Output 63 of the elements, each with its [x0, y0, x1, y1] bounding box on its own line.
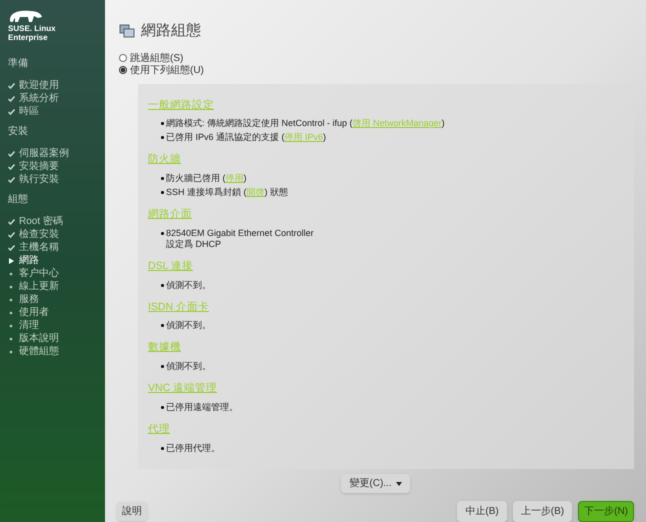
network-icon — [119, 24, 135, 38]
bullet-icon — [161, 122, 164, 126]
bullet-icon — [161, 191, 164, 194]
logo-text: SUSE. Linux — [8, 24, 57, 33]
nav-button[interactable]: 上一步(B) — [512, 501, 572, 522]
summary-text: 已啓用 IPv6 通訊協定的支援 (停用 IPv6) — [166, 132, 326, 144]
bullet-icon — [8, 270, 15, 276]
help-button[interactable]: 說明 — [117, 502, 147, 521]
dropdown-arrow-icon — [396, 482, 402, 486]
bullet-icon — [8, 296, 15, 302]
bullet-icon — [8, 348, 15, 354]
sidebar-item[interactable]: 客户中心 — [19, 268, 59, 280]
change-button[interactable]: 變更(C)... — [341, 474, 410, 493]
sidebar-item[interactable]: 執行安裝 — [19, 174, 59, 186]
summary-text: 已停用代理。 — [166, 442, 220, 454]
sidebar-heading: 組態 — [8, 192, 29, 207]
sidebar-item[interactable]: 線上更新 — [19, 280, 59, 292]
radio-button[interactable] — [119, 54, 127, 62]
sidebar-heading: 安裝 — [8, 124, 29, 139]
sidebar-item[interactable]: 使用者 — [19, 306, 49, 318]
triangle-icon — [8, 258, 15, 264]
sidebar-item[interactable]: 時區 — [19, 106, 39, 118]
summary-text: 網路模式: 傳統網路設定使用 NetControl - ifup (啓用 NetworkManager) — [166, 118, 445, 130]
sidebar-item[interactable]: Root 密碼 — [19, 216, 63, 228]
bullet-icon — [8, 336, 15, 342]
bullet-icon — [161, 406, 164, 409]
chameleon-logo-icon — [8, 8, 44, 24]
summary-text: 已停用遠端管理。 — [166, 402, 238, 413]
sidebar-heading: 準備 — [8, 57, 29, 71]
bullet-icon — [161, 365, 164, 368]
summary-text: 偵測不到。 — [166, 280, 211, 290]
summary-text: 82540EM Gigabit Ethernet Controller 設定爲 DHCP — [166, 228, 314, 250]
sidebar-item[interactable]: 檢查安裝 — [19, 228, 59, 240]
bullet-icon — [161, 232, 164, 235]
radio-button[interactable] — [119, 66, 127, 74]
sidebar-item[interactable]: 版本說明 — [19, 332, 59, 344]
sidebar-item[interactable]: 清理 — [19, 320, 39, 332]
bullet-icon — [161, 136, 164, 140]
radio-option[interactable]: 使用下列組態(U) — [119, 64, 204, 76]
bullet-icon — [8, 284, 15, 290]
bullet-icon — [161, 177, 164, 180]
sidebar-item[interactable]: 伺服器案例 — [19, 148, 69, 160]
radio-option[interactable]: 跳過組態(S) — [119, 52, 184, 64]
sidebar-item[interactable]: 主機名稱 — [19, 242, 59, 254]
summary-text: SSH 連接埠爲封鎖 (開啓) 狀態 — [166, 187, 288, 198]
bullet-icon — [8, 310, 15, 316]
summary-text: 偵測不到。 — [166, 361, 211, 372]
bullet-icon — [161, 284, 164, 286]
sidebar-item[interactable]: 網路 — [19, 254, 39, 266]
sidebar-item[interactable]: 安裝摘要 — [19, 160, 59, 172]
sidebar-item[interactable]: 硬體組態 — [19, 346, 59, 358]
sidebar-item[interactable]: 系統分析 — [19, 92, 59, 104]
page-title: 網路組態 — [141, 21, 201, 41]
sidebar-item[interactable]: 服務 — [19, 294, 39, 306]
bullet-icon — [8, 322, 15, 328]
nav-button[interactable]: 中止(B) — [457, 501, 507, 522]
summary-text: 偵測不到。 — [166, 320, 211, 332]
bullet-icon — [161, 446, 164, 450]
summary-text: 防火牆已啓用 (停用) — [166, 173, 246, 184]
bullet-icon — [161, 324, 164, 328]
sidebar-item[interactable]: 歡迎使用 — [19, 80, 59, 92]
nav-button[interactable]: 下一步(N) — [578, 501, 634, 522]
logo-text: Enterprise — [8, 33, 49, 42]
